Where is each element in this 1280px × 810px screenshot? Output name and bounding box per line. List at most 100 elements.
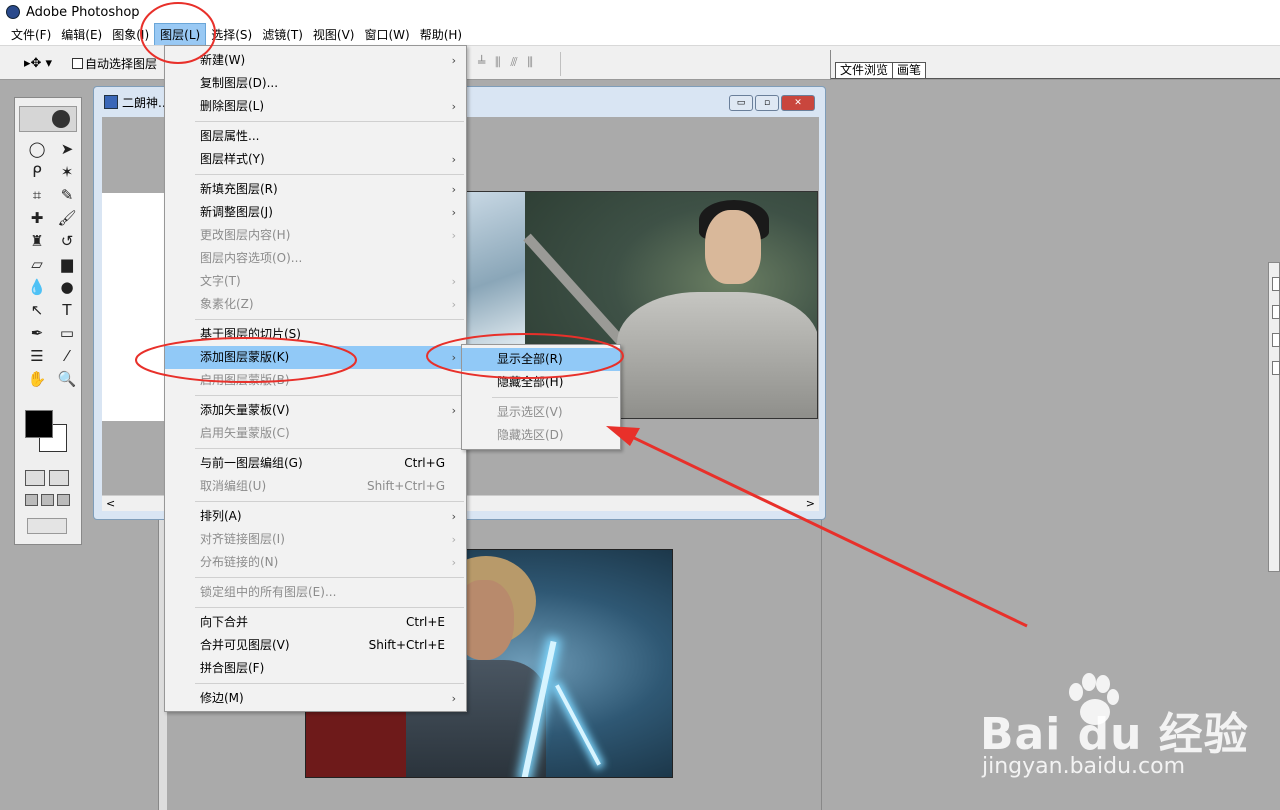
menu-8[interactable]: 帮助(H) bbox=[415, 24, 467, 45]
menu-0[interactable]: 文件(F) bbox=[6, 24, 56, 45]
layer-menu-item-label: 新调整图层(J) bbox=[200, 205, 273, 219]
tab-brushes[interactable]: 画笔 bbox=[892, 62, 927, 78]
menu-3[interactable]: 图层(L) bbox=[154, 23, 207, 46]
minimize-button[interactable]: ▭ bbox=[729, 95, 753, 111]
layer-menu-item-9: 更改图层内容(H) › bbox=[165, 224, 466, 247]
healing-brush-tool-icon[interactable]: ✚ bbox=[25, 207, 49, 229]
mask-submenu-item-3: 显示选区(V) bbox=[462, 401, 620, 424]
checkbox-box[interactable] bbox=[72, 58, 83, 69]
align-buttons-icon[interactable]: ╧ ⫼ ⫻ ⫼ bbox=[478, 55, 536, 70]
layer-menu-item-10: 图层内容选项(O)... bbox=[165, 247, 466, 270]
layer-menu-item-5[interactable]: 图层样式(Y) › bbox=[165, 148, 466, 171]
move-tool-icon[interactable]: ➤ bbox=[55, 138, 79, 160]
layer-menu-item-34[interactable]: 修边(M) › bbox=[165, 687, 466, 710]
menu-2[interactable]: 图象(I) bbox=[107, 24, 154, 45]
menu-bar: 文件(F) 编辑(E) 图象(I) 图层(L) 选择(S) 滤镜(T) 视图(V) 窗口(W)… bbox=[0, 23, 1280, 46]
layer-menu-separator bbox=[195, 683, 464, 684]
layer-menu-item-22: 取消编组(U) Shift+Ctrl+G bbox=[165, 475, 466, 498]
menu-1[interactable]: 编辑(E) bbox=[56, 24, 107, 45]
move-tool-preset-icon[interactable]: ▸✥ ▾ bbox=[24, 56, 52, 71]
jump-to-imageready-button[interactable] bbox=[27, 518, 67, 534]
toolbar-divider bbox=[560, 52, 561, 76]
clone-stamp-tool-icon[interactable]: ♜ bbox=[25, 230, 49, 252]
eraser-tool-icon[interactable]: ▱ bbox=[25, 253, 49, 275]
layer-menu-item-label: 向下合并 bbox=[200, 615, 249, 629]
layer-menu-item-label: 添加矢量蒙板(V) bbox=[200, 403, 290, 417]
palette-control[interactable] bbox=[1272, 361, 1280, 375]
layer-menu-item-31[interactable]: 合并可见图层(V) Shift+Ctrl+E bbox=[165, 634, 466, 657]
layer-menu-item-8[interactable]: 新调整图层(J) › bbox=[165, 201, 466, 224]
notes-tool-icon[interactable]: ☰ bbox=[25, 345, 49, 367]
mask-submenu-item-label: 显示选区(V) bbox=[497, 405, 563, 419]
crop-tool-icon[interactable]: ⌗ bbox=[25, 184, 49, 206]
mask-submenu-item-4: 隐藏选区(D) bbox=[462, 424, 620, 447]
layer-menu-item-label: 文字(T) bbox=[200, 274, 241, 288]
layer-menu-separator bbox=[195, 607, 464, 608]
layer-menu-item-21[interactable]: 与前一图层编组(G) Ctrl+G bbox=[165, 452, 466, 475]
tab-file-browser[interactable]: 文件浏览 bbox=[835, 62, 894, 78]
layer-menu-item-18[interactable]: 添加矢量蒙板(V) › bbox=[165, 399, 466, 422]
slice-tool-icon[interactable]: ✎ bbox=[55, 184, 79, 206]
menu-7[interactable]: 窗口(W) bbox=[359, 24, 414, 45]
menu-4[interactable]: 选择(S) bbox=[206, 24, 257, 45]
foreground-color-swatch[interactable] bbox=[25, 410, 53, 438]
standard-screen-mode-button[interactable] bbox=[25, 494, 38, 506]
mask-submenu-item-1[interactable]: 隐藏全部(H) bbox=[462, 371, 620, 394]
dodge-tool-icon[interactable]: ● bbox=[55, 276, 79, 298]
layer-menu-item-label: 分布链接的(N) bbox=[200, 555, 279, 569]
layer-menu-separator bbox=[195, 395, 464, 396]
pen-tool-icon[interactable]: ✒ bbox=[25, 322, 49, 344]
layer-menu-item-label: 修边(M) bbox=[200, 691, 244, 705]
type-tool-icon[interactable]: T bbox=[55, 299, 79, 321]
maximize-button[interactable]: ▫ bbox=[755, 95, 779, 111]
scroll-left-button[interactable]: < bbox=[106, 497, 115, 510]
layer-menu-item-12: 象素化(Z) › bbox=[165, 293, 466, 316]
layer-menu-item-0[interactable]: 新建(W) › bbox=[165, 49, 466, 72]
brush-tool-icon[interactable]: 🖌 bbox=[55, 207, 79, 229]
mask-submenu-item-label: 隐藏全部(H) bbox=[497, 375, 564, 389]
mask-submenu-item-0[interactable]: 显示全部(R) bbox=[462, 348, 620, 371]
marquee-tool-icon[interactable]: ◯ bbox=[25, 138, 49, 160]
lasso-tool-icon[interactable]: ᑭ bbox=[25, 161, 49, 183]
eyedropper-tool-icon[interactable]: ⁄ bbox=[55, 345, 79, 367]
layer-menu-item-24[interactable]: 排列(A) › bbox=[165, 505, 466, 528]
layer-menu-item-1[interactable]: 复制图层(D)... bbox=[165, 72, 466, 95]
layer-menu-item-32[interactable]: 拼合图层(F) bbox=[165, 657, 466, 680]
layer-menu-item-label: 合并可见图层(V) bbox=[200, 638, 290, 652]
right-palette-partial bbox=[1268, 262, 1280, 572]
layer-menu-item-15[interactable]: 添加图层蒙版(K) › bbox=[165, 346, 466, 369]
full-screen-menu-mode-button[interactable] bbox=[41, 494, 54, 506]
layer-menu-item-label: 象素化(Z) bbox=[200, 297, 254, 311]
submenu-arrow-icon: › bbox=[451, 533, 456, 546]
layer-menu-item-2[interactable]: 删除图层(L) › bbox=[165, 95, 466, 118]
palette-control[interactable] bbox=[1272, 277, 1280, 291]
layer-menu-item-4[interactable]: 图层属性... bbox=[165, 125, 466, 148]
blur-tool-icon[interactable]: 💧 bbox=[25, 276, 49, 298]
zoom-tool-icon[interactable]: 🔍 bbox=[55, 368, 79, 390]
toolbox-logo-icon[interactable] bbox=[19, 106, 77, 132]
layer-menu-item-7[interactable]: 新填充图层(R) › bbox=[165, 178, 466, 201]
gradient-tool-icon[interactable]: ▆ bbox=[55, 253, 79, 275]
quick-mask-mode-button[interactable] bbox=[49, 470, 69, 486]
hand-tool-icon[interactable]: ✋ bbox=[25, 368, 49, 390]
menu-6[interactable]: 视图(V) bbox=[308, 24, 360, 45]
close-button[interactable]: ✕ bbox=[781, 95, 815, 111]
layer-menu-item-30[interactable]: 向下合并 Ctrl+E bbox=[165, 611, 466, 634]
auto-select-layer-checkbox[interactable]: 自动选择图层 bbox=[72, 55, 157, 72]
history-brush-tool-icon[interactable]: ↺ bbox=[55, 230, 79, 252]
palette-control[interactable] bbox=[1272, 333, 1280, 347]
baidu-jingyan-watermark: Bai du 经验 jingyan.baidu.com bbox=[970, 670, 1270, 790]
layer-menu-item-11: 文字(T) › bbox=[165, 270, 466, 293]
scroll-right-button[interactable]: > bbox=[806, 497, 815, 510]
photo1-face bbox=[705, 210, 761, 284]
path-selection-tool-icon[interactable]: ↖ bbox=[25, 299, 49, 321]
layer-menu-item-label: 拼合图层(F) bbox=[200, 661, 265, 675]
layer-menu-item-14[interactable]: 基于图层的切片(S) bbox=[165, 323, 466, 346]
magic-wand-tool-icon[interactable]: ✶ bbox=[55, 161, 79, 183]
palette-control[interactable] bbox=[1272, 305, 1280, 319]
menu-5[interactable]: 滤镜(T) bbox=[257, 24, 308, 45]
standard-mode-button[interactable] bbox=[25, 470, 45, 486]
full-screen-mode-button[interactable] bbox=[57, 494, 70, 506]
shape-tool-icon[interactable]: ▭ bbox=[55, 322, 79, 344]
layer-menu-item-label: 锁定组中的所有图层(E)... bbox=[200, 585, 337, 599]
